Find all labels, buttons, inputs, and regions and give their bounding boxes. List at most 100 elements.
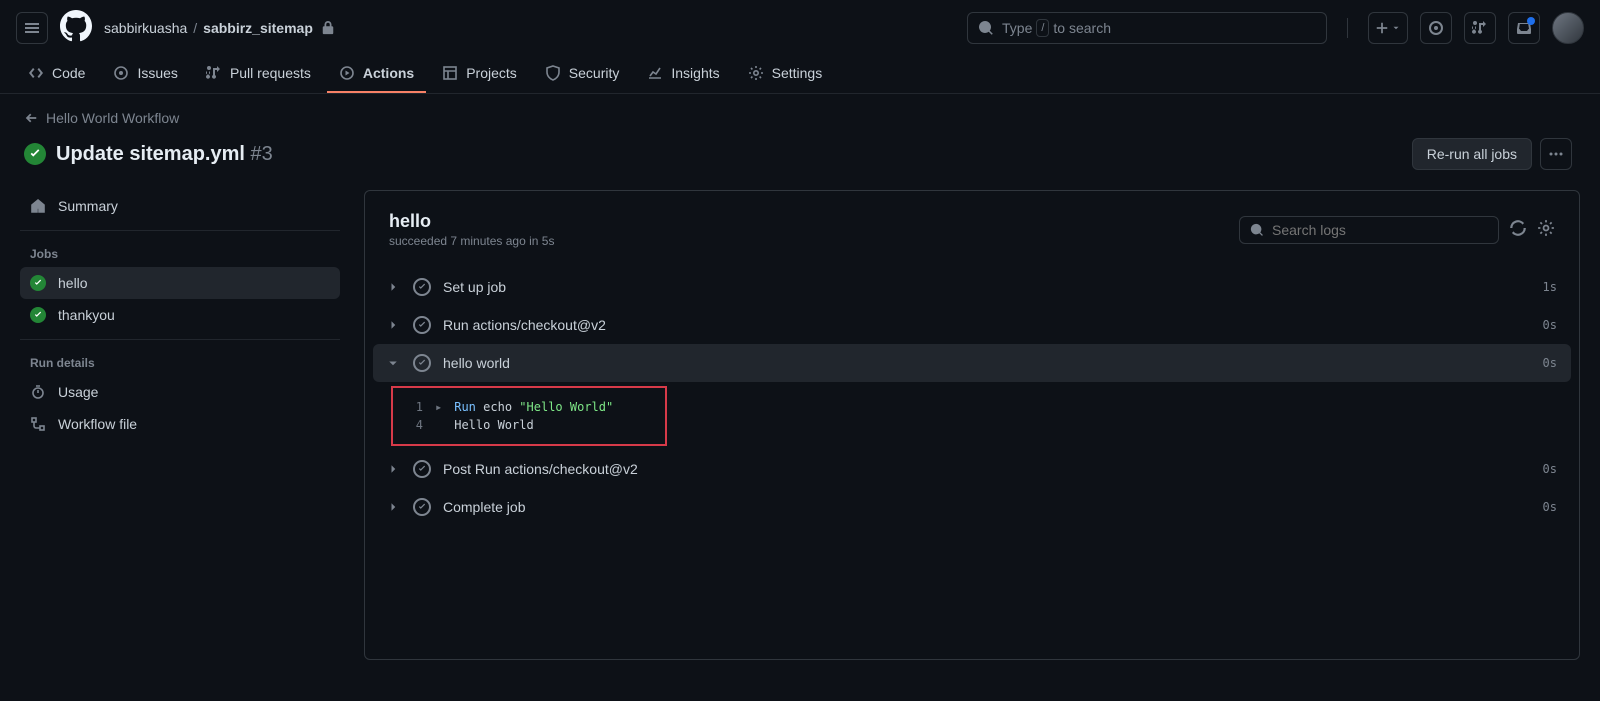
sidebar-job-thankyou[interactable]: thankyou [20, 299, 340, 331]
caret-down-icon [1391, 23, 1401, 33]
tab-settings[interactable]: Settings [736, 55, 835, 93]
search-icon [978, 20, 994, 36]
log-line: 1 ▸ Run echo "Hello World" [393, 398, 665, 416]
pull-requests-global-button[interactable] [1464, 12, 1496, 44]
step-status-success-icon [413, 278, 431, 296]
step-row-expanded[interactable]: hello world 0s [373, 344, 1571, 382]
step-duration: 1s [1543, 280, 1557, 294]
global-search[interactable]: Type / to search [967, 12, 1327, 44]
chevron-right-icon [387, 281, 399, 293]
chevron-right-icon [387, 463, 399, 475]
step-duration: 0s [1543, 356, 1557, 370]
table-icon [442, 65, 458, 81]
run-title: Update sitemap.yml #3 [56, 143, 273, 166]
kebab-icon [1548, 146, 1564, 162]
pull-request-icon [206, 65, 222, 81]
sidebar-summary-label: Summary [58, 198, 118, 214]
sidebar-details-heading: Run details [20, 350, 340, 376]
breadcrumb: sabbirkuasha / sabbirz_sitemap [104, 20, 335, 36]
issues-global-button[interactable] [1420, 12, 1452, 44]
gear-icon [1537, 219, 1555, 237]
repo-nav: Code Issues Pull requests Actions Projec… [0, 55, 1600, 94]
notification-indicator [1527, 17, 1535, 25]
hamburger-menu-button[interactable] [16, 12, 48, 44]
issue-icon [1428, 20, 1444, 36]
step-duration: 0s [1543, 500, 1557, 514]
sidebar-summary[interactable]: Summary [20, 190, 340, 222]
sidebar-usage-label: Usage [58, 384, 98, 400]
sidebar-workflow-file-label: Workflow file [58, 416, 137, 432]
pull-request-icon [1472, 20, 1488, 36]
log-settings-button[interactable] [1537, 219, 1555, 240]
step-row[interactable]: Run actions/checkout@v2 0s [373, 306, 1571, 344]
divider [1347, 18, 1348, 38]
tab-projects-label: Projects [466, 65, 517, 81]
log-job-title: hello [389, 211, 554, 232]
step-name: hello world [443, 355, 1531, 371]
search-hint: Type / to search [1002, 19, 1111, 37]
step-row[interactable]: Post Run actions/checkout@v2 0s [373, 450, 1571, 488]
play-icon [339, 65, 355, 81]
lock-icon [321, 21, 335, 35]
tab-pulls-label: Pull requests [230, 65, 311, 81]
back-link-label: Hello World Workflow [46, 110, 179, 126]
breadcrumb-owner[interactable]: sabbirkuasha [104, 20, 187, 36]
sidebar-jobs-heading: Jobs [20, 241, 340, 267]
create-new-button[interactable] [1368, 12, 1408, 44]
log-line-number: 1 [411, 400, 423, 414]
step-status-success-icon [413, 460, 431, 478]
tab-insights-label: Insights [671, 65, 719, 81]
shield-icon [545, 65, 561, 81]
tab-issues-label: Issues [137, 65, 177, 81]
log-panel: hello succeeded 7 minutes ago in 5s [364, 190, 1580, 660]
tab-security[interactable]: Security [533, 55, 632, 93]
more-actions-button[interactable] [1540, 138, 1572, 170]
log-output: 1 ▸ Run echo "Hello World" 4 ▸ Hello Wor… [391, 386, 667, 446]
log-job-subtitle: succeeded 7 minutes ago in 5s [389, 234, 554, 248]
back-to-workflow-link[interactable]: Hello World Workflow [24, 110, 1576, 126]
breadcrumb-repo[interactable]: sabbirz_sitemap [203, 20, 313, 36]
arrow-left-icon [24, 111, 38, 125]
step-name: Complete job [443, 499, 1531, 515]
step-duration: 0s [1543, 318, 1557, 332]
step-row[interactable]: Set up job 1s [373, 268, 1571, 306]
rerun-all-jobs-button[interactable]: Re-run all jobs [1412, 138, 1532, 170]
workflow-icon [30, 416, 46, 432]
tab-projects[interactable]: Projects [430, 55, 529, 93]
log-line-text: Run echo "Hello World" [454, 400, 613, 414]
step-status-success-icon [413, 498, 431, 516]
sidebar-usage[interactable]: Usage [20, 376, 340, 408]
step-duration: 0s [1543, 462, 1557, 476]
step-name: Run actions/checkout@v2 [443, 317, 1531, 333]
tab-code[interactable]: Code [16, 55, 97, 93]
user-avatar[interactable] [1552, 12, 1584, 44]
step-name: Post Run actions/checkout@v2 [443, 461, 1531, 477]
log-search-input[interactable] [1239, 216, 1499, 244]
log-line-number: 4 [411, 418, 423, 432]
tab-settings-label: Settings [772, 65, 823, 81]
chevron-right-icon [387, 319, 399, 331]
step-row[interactable]: Complete job 0s [373, 488, 1571, 526]
expand-arrow-icon[interactable]: ▸ [435, 400, 442, 414]
graph-icon [647, 65, 663, 81]
chevron-right-icon [387, 501, 399, 513]
tab-code-label: Code [52, 65, 85, 81]
sidebar-workflow-file[interactable]: Workflow file [20, 408, 340, 440]
tab-pulls[interactable]: Pull requests [194, 55, 323, 93]
sidebar-job-label: hello [58, 275, 88, 291]
hamburger-icon [24, 20, 40, 36]
notifications-button[interactable] [1508, 12, 1540, 44]
step-status-success-icon [413, 316, 431, 334]
refresh-logs-button[interactable] [1509, 219, 1527, 240]
github-logo[interactable] [60, 10, 92, 45]
run-number: #3 [251, 143, 273, 165]
log-search-field[interactable] [1272, 222, 1488, 238]
tab-insights[interactable]: Insights [635, 55, 731, 93]
tab-actions-label: Actions [363, 65, 414, 81]
run-status-success-icon [24, 143, 46, 165]
tab-actions[interactable]: Actions [327, 55, 426, 93]
sync-icon [1509, 219, 1527, 237]
breadcrumb-separator: / [193, 20, 197, 36]
tab-issues[interactable]: Issues [101, 55, 189, 93]
sidebar-job-hello[interactable]: hello [20, 267, 340, 299]
